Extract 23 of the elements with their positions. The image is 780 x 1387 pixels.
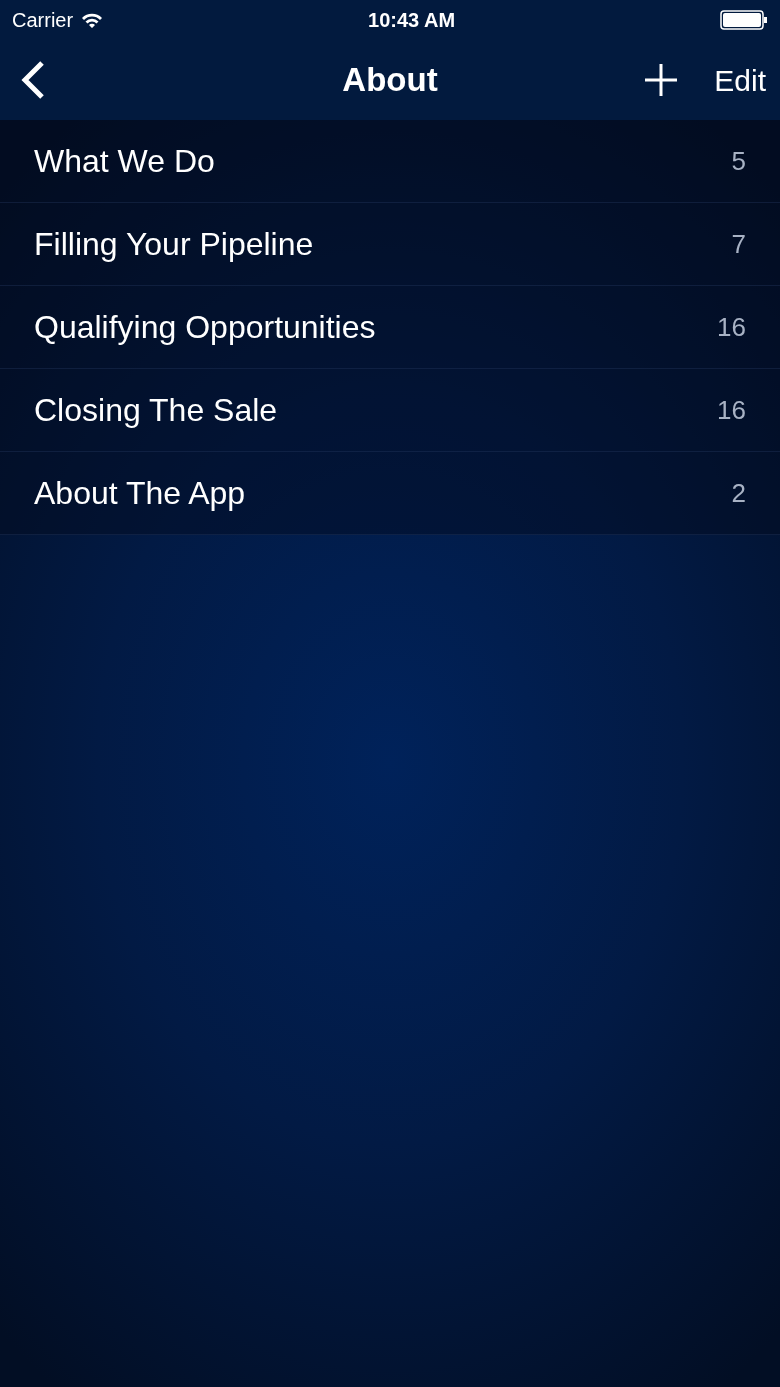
list-row[interactable]: What We Do 5 [0, 120, 780, 203]
item-count: 2 [731, 476, 746, 510]
list-row[interactable]: Closing The Sale 16 [0, 369, 780, 452]
clock-text: 10:43 AM [368, 8, 456, 33]
row-label: Closing The Sale [34, 391, 278, 430]
battery-icon [720, 10, 768, 30]
item-count: 5 [731, 144, 746, 178]
list-row[interactable]: About The App 2 [0, 452, 780, 535]
list-row[interactable]: Qualifying Opportunities 16 [0, 286, 780, 369]
add-button[interactable] [644, 63, 679, 97]
row-label: Qualifying Opportunities [34, 308, 376, 347]
row-label: Filling Your Pipeline [34, 225, 314, 264]
item-count: 16 [717, 310, 746, 344]
item-count: 7 [731, 227, 746, 261]
carrier-text: Carrier [12, 8, 74, 33]
wifi-icon [81, 12, 104, 28]
edit-button[interactable]: Edit [714, 57, 766, 103]
back-button[interactable] [20, 60, 46, 100]
row-label: About The App [34, 474, 246, 513]
item-count: 16 [717, 393, 746, 427]
row-label: What We Do [34, 142, 215, 181]
page-title: About [342, 60, 438, 101]
list-row[interactable]: Filling Your Pipeline 7 [0, 203, 780, 286]
